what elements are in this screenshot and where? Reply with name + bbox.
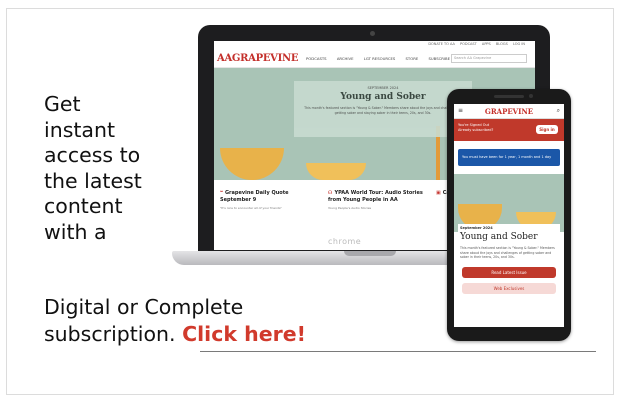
divider xyxy=(200,351,596,352)
search-icon[interactable]: ⌕ xyxy=(557,107,560,115)
laptop-notch xyxy=(344,251,396,256)
grapevine-logo[interactable]: GRAPEVINE xyxy=(454,107,564,116)
laptop-topbar: DONATE TO AA PODCAST APPS BLOGS LOG IN xyxy=(214,41,535,49)
feature-kicker: September 2024 xyxy=(460,226,493,230)
phone-screen: ≡ GRAPEVINE ⌕ You're Signed Out Already … xyxy=(454,104,564,327)
phone-camera xyxy=(529,94,533,98)
hero-panel: SEPTEMBER 2024 Young and Sober This mont… xyxy=(294,81,472,137)
top-link[interactable]: DONATE TO AA xyxy=(428,42,455,46)
nav-item[interactable]: ARCHIVE xyxy=(337,56,354,61)
phone-notice: You must have been for 1 year, 1 month a… xyxy=(458,149,560,166)
laptop-navbar: AAGRAPEVINE PODCASTS ARCHIVE LGT RESOURC… xyxy=(214,49,535,68)
top-link[interactable]: BLOGS xyxy=(496,42,508,46)
hero-illustration xyxy=(220,148,284,180)
top-link[interactable]: PODCAST xyxy=(460,42,477,46)
nav-item[interactable]: PODCASTS xyxy=(306,56,327,61)
article-title: YPAA World Tour: Audio Stories from Youn… xyxy=(328,190,423,203)
laptop-nav: PODCASTS ARCHIVE LGT RESOURCES STORE SUB… xyxy=(306,56,459,61)
top-link[interactable]: APPS xyxy=(482,42,491,46)
laptop-search-input[interactable]: Search AA Grapevine xyxy=(451,54,527,63)
article-sub: "It's nice to encounter all of your frie… xyxy=(220,206,282,210)
hero-illustration xyxy=(306,163,366,180)
nav-item[interactable]: SUBSCRIBE xyxy=(428,56,450,61)
promo-line: Get xyxy=(44,92,81,116)
web-exclusives-button[interactable]: Web Exclusives xyxy=(462,283,556,294)
nav-item[interactable]: STORE xyxy=(406,56,419,61)
headphones-icon: ☊ xyxy=(328,190,333,196)
phone-header: ≡ GRAPEVINE ⌕ xyxy=(454,104,564,119)
sign-in-button[interactable]: Sign in xyxy=(536,125,558,134)
article-card[interactable]: ❝ Grapevine Daily Quote September 9 "It's… xyxy=(220,190,318,212)
signin-message: You're Signed Out Already subscribed? xyxy=(458,123,493,133)
click-here-link[interactable]: Click here! xyxy=(182,322,306,346)
calendar-icon: ▣ xyxy=(436,190,441,196)
promo-line: the latest xyxy=(44,168,142,193)
hero-description: This month's featured section is "Young … xyxy=(304,106,462,115)
top-link[interactable]: LOG IN xyxy=(513,42,525,46)
signin-sub: Already subscribed? xyxy=(458,128,494,132)
article-card[interactable]: ☊ YPAA World Tour: Audio Stories from You… xyxy=(328,190,428,212)
promo-line: instant xyxy=(44,117,115,142)
hero-title: Young and Sober xyxy=(340,92,426,102)
article-sub: Young People's Audio Stories xyxy=(328,206,372,210)
promo-line: Digital or Complete xyxy=(44,295,244,319)
article-title: Grapevine Daily Quote September 9 xyxy=(220,190,289,203)
phone-device: ≡ GRAPEVINE ⌕ You're Signed Out Already … xyxy=(447,89,571,341)
hero-kicker: SEPTEMBER 2024 xyxy=(367,86,399,90)
phone-speaker xyxy=(494,95,524,98)
promo-line: content xyxy=(44,194,123,218)
laptop-camera xyxy=(370,31,375,36)
promo-text: Get instant access to the latest content… xyxy=(44,92,306,346)
promo-line: with a xyxy=(44,219,107,244)
quote-icon: ❝ xyxy=(220,190,223,196)
nav-item[interactable]: LGT RESOURCES xyxy=(364,56,396,61)
laptop-top-links: DONATE TO AA PODCAST APPS BLOGS LOG IN xyxy=(424,42,525,46)
promo-line: subscription. xyxy=(44,322,176,346)
promo-line: access to xyxy=(44,143,141,167)
phone-signin-banner: You're Signed Out Already subscribed? Si… xyxy=(454,119,564,141)
promo-final-line: subscription. Click here! xyxy=(44,322,306,348)
grapevine-logo[interactable]: AAGRAPEVINE xyxy=(217,53,298,64)
feature-description: This month's featured section is "Young … xyxy=(460,246,555,259)
feature-title: Young and Sober xyxy=(460,232,538,242)
phone-feature-card: September 2024 Young and Sober This mont… xyxy=(458,224,560,324)
read-latest-issue-button[interactable]: Read Latest Issue xyxy=(462,267,556,278)
chrome-brand-label: chrome xyxy=(328,237,362,246)
